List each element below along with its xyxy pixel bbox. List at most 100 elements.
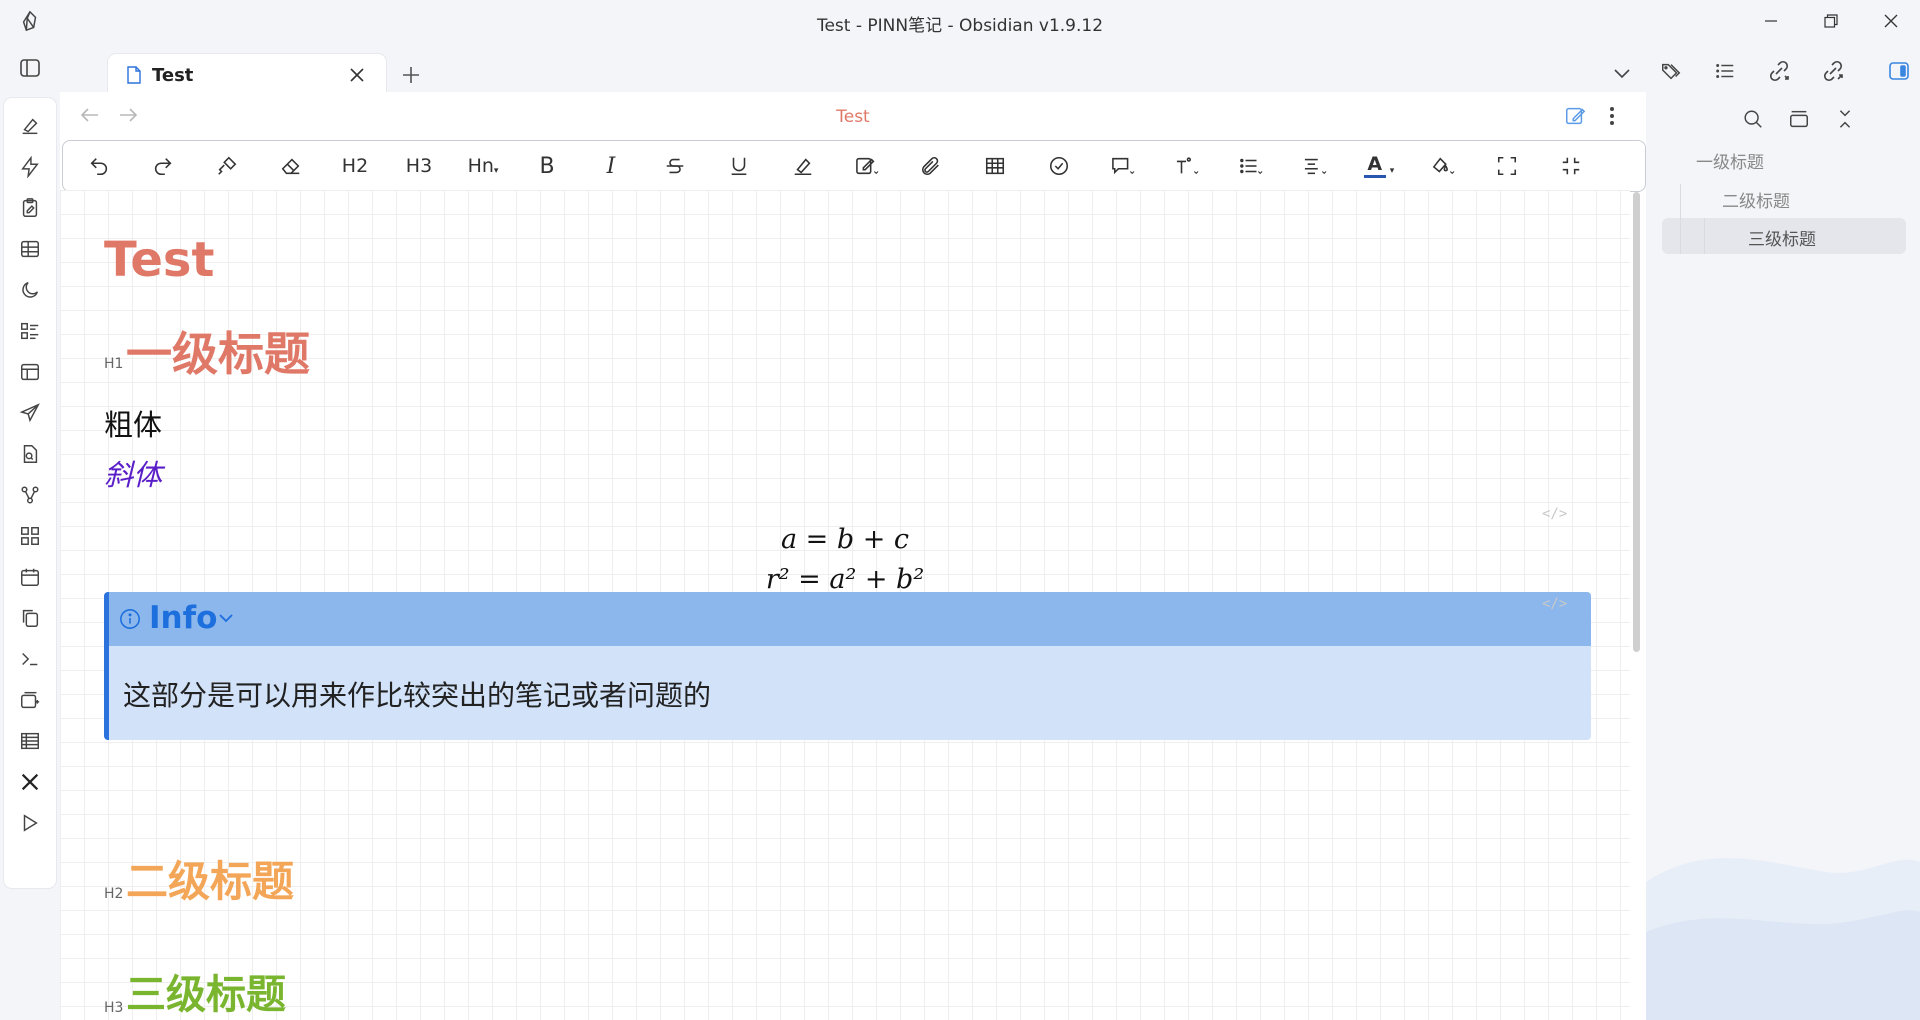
moon-icon[interactable] <box>16 276 44 304</box>
highlighter-icon[interactable] <box>783 151 823 181</box>
lightning-icon[interactable] <box>16 153 44 181</box>
more-options-icon[interactable] <box>1608 105 1616 127</box>
tags-icon[interactable] <box>1656 56 1686 86</box>
tab-test[interactable]: Test <box>108 54 386 94</box>
close-tab-icon[interactable] <box>344 62 370 88</box>
right-sidebar-toggle-icon[interactable] <box>1884 56 1914 86</box>
font-color-button[interactable]: A ▾ <box>1359 151 1399 181</box>
attachment-icon[interactable] <box>911 151 951 181</box>
tools-icon[interactable] <box>16 768 44 796</box>
callout-code-indicator[interactable]: </> <box>1542 596 1567 612</box>
callout-header[interactable]: Info </> <box>109 592 1591 646</box>
editing-toolbar: H2 H3 Hn ▾ B I A ▾ <box>62 140 1646 192</box>
restore-button[interactable] <box>1801 0 1861 42</box>
list-checks-icon[interactable] <box>16 317 44 345</box>
math-line-1[interactable]: a = b + c <box>60 524 1630 555</box>
spreadsheet-icon[interactable] <box>16 727 44 755</box>
math-code-indicator[interactable]: </> <box>1542 506 1567 522</box>
format-painter-icon[interactable] <box>207 151 247 181</box>
add-card-icon[interactable] <box>16 686 44 714</box>
redo-icon[interactable] <box>143 151 183 181</box>
h2-marker: H2 <box>104 886 124 902</box>
outline-item-h3[interactable]: 三级标题 <box>1748 225 1816 250</box>
math-line-2[interactable]: r² = a² + b² <box>60 564 1630 595</box>
strikethrough-icon[interactable] <box>655 151 695 181</box>
send-icon[interactable] <box>16 399 44 427</box>
bold-button[interactable]: B <box>527 151 567 181</box>
collapse-icon[interactable] <box>1551 151 1591 181</box>
tab-bar: Test <box>60 42 1646 94</box>
file-search-icon[interactable] <box>16 440 44 468</box>
outline-item-h2[interactable]: 二级标题 <box>1722 187 1790 212</box>
view-header: Test <box>60 92 1646 140</box>
underline-icon[interactable] <box>719 151 759 181</box>
note-title[interactable]: Test <box>60 107 1646 127</box>
grid-icon[interactable] <box>16 522 44 550</box>
outline-search-icon[interactable] <box>1738 104 1768 134</box>
backlinks-icon[interactable] <box>1764 56 1794 86</box>
align-icon[interactable] <box>1295 151 1335 181</box>
font-color-swatch <box>1363 174 1386 178</box>
file-icon <box>127 66 141 84</box>
play-icon[interactable] <box>16 809 44 837</box>
heading-n-label: Hn <box>467 155 494 177</box>
collapse-all-icon[interactable] <box>1830 104 1860 134</box>
background-color-icon[interactable] <box>1423 151 1463 181</box>
heading-2[interactable]: 二级标题 <box>126 848 294 909</box>
callout-body: 这部分是可以用来作比较突出的笔记或者问题的 <box>123 679 712 712</box>
heading-1[interactable]: 一级标题 <box>126 318 310 384</box>
note-content[interactable]: Test H1 一级标题 粗体 斜体 </> a = b + c r² = a²… <box>60 190 1630 1020</box>
heading-n-button[interactable]: Hn ▾ <box>463 151 503 181</box>
italic-text[interactable]: 斜体 <box>104 452 162 494</box>
tab-list-chevron-icon[interactable] <box>1610 62 1634 86</box>
outline-guide-line <box>1680 184 1681 254</box>
minimize-button[interactable] <box>1741 0 1801 42</box>
checkbox-icon[interactable] <box>1039 151 1079 181</box>
h1-marker: H1 <box>104 356 124 372</box>
table-icon[interactable] <box>16 235 44 263</box>
heading2-button[interactable]: H2 <box>335 151 375 181</box>
new-tab-icon[interactable] <box>396 60 426 90</box>
outline-item-h1[interactable]: 一级标题 <box>1696 148 1764 173</box>
outline-view-icon[interactable] <box>1784 104 1814 134</box>
calendar-icon[interactable] <box>16 563 44 591</box>
sidebar-toggle-icon[interactable] <box>16 54 44 82</box>
outline-guide-line <box>1704 218 1705 254</box>
bold-text[interactable]: 粗体 <box>104 402 162 444</box>
info-icon <box>120 609 140 629</box>
eraser-icon[interactable] <box>271 151 311 181</box>
copy-icon[interactable] <box>16 604 44 632</box>
decorative-wave <box>1646 858 1920 1020</box>
draw-icon[interactable] <box>16 112 44 140</box>
title-bar: Test - PINN笔记 - Obsidian v1.9.12 <box>0 0 1920 42</box>
callout-title: Info <box>149 600 218 636</box>
terminal-icon[interactable] <box>16 645 44 673</box>
window-title: Test - PINN笔记 - Obsidian v1.9.12 <box>816 16 1104 36</box>
clipboard-edit-icon[interactable] <box>16 194 44 222</box>
outline-list-icon[interactable] <box>1710 56 1740 86</box>
inline-title[interactable]: Test <box>104 232 214 288</box>
insert-table-icon[interactable] <box>975 151 1015 181</box>
dropdown-caret-icon: ▾ <box>1389 166 1395 176</box>
heading-3[interactable]: 三级标题 <box>126 962 286 1020</box>
right-sidebar: 一级标题 二级标题 三级标题 <box>1646 42 1920 1020</box>
h3-marker: H3 <box>104 1000 124 1016</box>
undo-icon[interactable] <box>79 151 119 181</box>
info-callout[interactable]: Info </> 这部分是可以用来作比较突出的笔记或者问题的 <box>104 592 1591 740</box>
layout-icon[interactable] <box>16 358 44 386</box>
editor-scrollbar[interactable] <box>1633 192 1640 652</box>
editor-pane: Test H2 H3 Hn ▾ B I A ▾ Test H1 一级标题 粗体 … <box>60 92 1646 1020</box>
note-edit-icon[interactable] <box>847 151 887 181</box>
italic-button[interactable]: I <box>591 151 631 181</box>
outgoing-links-icon[interactable] <box>1818 56 1848 86</box>
ribbon-panel <box>4 98 56 888</box>
bullet-list-icon[interactable] <box>1231 151 1271 181</box>
close-window-button[interactable] <box>1861 0 1920 42</box>
callout-icon[interactable] <box>1103 151 1143 181</box>
heading3-button[interactable]: H3 <box>399 151 439 181</box>
graph-icon[interactable] <box>16 481 44 509</box>
fullscreen-icon[interactable] <box>1487 151 1527 181</box>
callout-fold-chevron-icon[interactable] <box>219 614 233 624</box>
superscript-icon[interactable] <box>1167 151 1207 181</box>
edit-mode-icon[interactable] <box>1564 105 1586 127</box>
